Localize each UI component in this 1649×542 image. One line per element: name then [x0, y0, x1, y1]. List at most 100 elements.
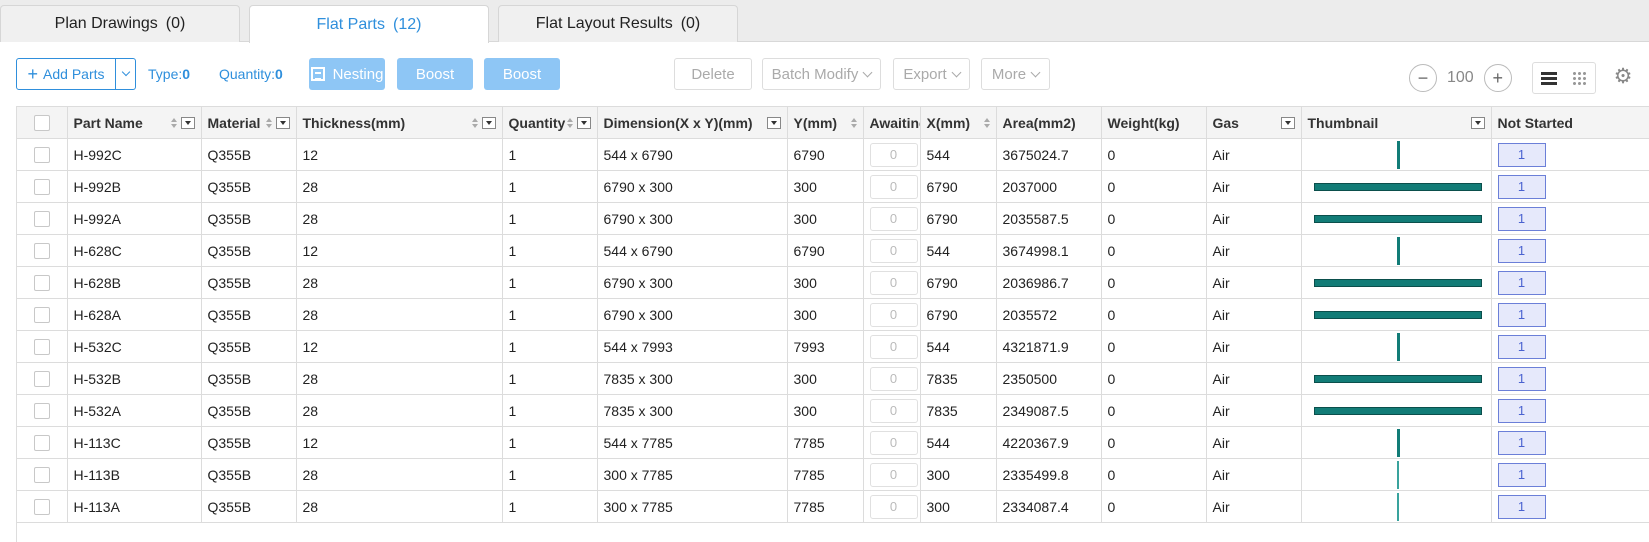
row-select[interactable] — [17, 490, 68, 523]
not-started-box[interactable]: 1 — [1497, 366, 1546, 391]
not-started-box[interactable]: 1 — [1497, 302, 1546, 327]
filter-icon[interactable] — [481, 116, 496, 129]
cell-thumbnail[interactable] — [1301, 298, 1492, 331]
row-checkbox[interactable] — [33, 434, 50, 451]
cell-thumbnail[interactable] — [1301, 170, 1492, 203]
add-parts-main[interactable]: + Add Parts — [17, 65, 115, 83]
col-area[interactable]: Area(mm2) — [996, 106, 1102, 139]
cell-thumbnail[interactable] — [1301, 138, 1492, 171]
table-row[interactable]: H-532B Q355B 28 1 7835 x 300 300 0 7835 2350500 0… — [17, 362, 1649, 395]
zoom-out-button[interactable]: − — [1409, 64, 1437, 92]
col-dimension[interactable]: Dimension(X x Y)(mm) — [597, 106, 788, 139]
export-button[interactable]: Export — [893, 58, 970, 90]
row-checkbox[interactable] — [33, 498, 50, 515]
filter-icon[interactable] — [1280, 116, 1295, 129]
awaiting-input[interactable]: 0 — [869, 398, 918, 423]
col-part-name[interactable]: Part Name — [67, 106, 202, 139]
row-checkbox[interactable] — [33, 242, 50, 259]
sort-icon[interactable] — [170, 117, 177, 128]
row-checkbox[interactable] — [33, 210, 50, 227]
not-started-box[interactable]: 1 — [1497, 430, 1546, 455]
nesting-button[interactable]: Nesting — [309, 58, 385, 90]
col-weight[interactable]: Weight(kg) — [1101, 106, 1207, 139]
gear-icon[interactable]: ⚙ — [1612, 66, 1634, 88]
cell-thumbnail[interactable] — [1301, 266, 1492, 299]
table-row[interactable]: H-113B Q355B 28 1 300 x 7785 7785 0 300 2335499.… — [17, 458, 1649, 491]
filter-icon[interactable] — [576, 116, 591, 129]
zoom-in-button[interactable]: + — [1483, 64, 1512, 92]
not-started-box[interactable]: 1 — [1497, 142, 1546, 167]
awaiting-input[interactable]: 0 — [869, 270, 918, 295]
table-row[interactable]: H-992B Q355B 28 1 6790 x 300 300 0 6790 2037000 0… — [17, 170, 1649, 203]
cell-thumbnail[interactable] — [1301, 202, 1492, 235]
more-button[interactable]: More — [981, 58, 1050, 90]
list-view-button[interactable] — [1533, 63, 1564, 93]
row-checkbox[interactable] — [33, 370, 50, 387]
col-thumbnail[interactable]: Thumbnail — [1301, 106, 1492, 139]
col-awaiting[interactable]: Awaiting — [863, 106, 921, 139]
table-row[interactable]: H-992C Q355B 12 1 544 x 6790 6790 0 544 3675024.… — [17, 138, 1649, 171]
row-checkbox[interactable] — [33, 466, 50, 483]
row-checkbox[interactable] — [33, 274, 50, 291]
not-started-box[interactable]: 1 — [1497, 174, 1546, 199]
cell-thumbnail[interactable] — [1301, 362, 1492, 395]
cell-thumbnail[interactable] — [1301, 490, 1492, 523]
row-select[interactable] — [17, 234, 68, 267]
not-started-box[interactable]: 1 — [1497, 206, 1546, 231]
filter-icon[interactable] — [1470, 116, 1485, 129]
row-select[interactable] — [17, 394, 68, 427]
cell-thumbnail[interactable] — [1301, 426, 1492, 459]
col-y[interactable]: Y(mm) — [787, 106, 864, 139]
filter-icon[interactable] — [180, 116, 195, 129]
header-select-all[interactable] — [17, 106, 68, 139]
row-select[interactable] — [17, 362, 68, 395]
sort-icon[interactable] — [471, 117, 478, 128]
row-select[interactable] — [17, 202, 68, 235]
table-row[interactable]: H-628A Q355B 28 1 6790 x 300 300 0 6790 2035572 0… — [17, 298, 1649, 331]
awaiting-input[interactable]: 0 — [869, 334, 918, 359]
cell-thumbnail[interactable] — [1301, 458, 1492, 491]
row-select[interactable] — [17, 426, 68, 459]
boost-button-2[interactable]: Boost — [484, 58, 560, 90]
row-select[interactable] — [17, 138, 68, 171]
filter-icon[interactable] — [275, 116, 290, 129]
awaiting-input[interactable]: 0 — [869, 366, 918, 391]
awaiting-input[interactable]: 0 — [869, 494, 918, 519]
row-select[interactable] — [17, 298, 68, 331]
awaiting-input[interactable]: 0 — [869, 430, 918, 455]
tab-flat-parts[interactable]: Flat Parts (12) — [249, 5, 489, 43]
awaiting-input[interactable]: 0 — [869, 142, 918, 167]
tab-plan-drawings[interactable]: Plan Drawings (0) — [0, 5, 240, 42]
table-row[interactable]: H-113A Q355B 28 1 300 x 7785 7785 0 300 2334087.… — [17, 490, 1649, 523]
not-started-box[interactable]: 1 — [1497, 270, 1546, 295]
filter-icon[interactable] — [766, 116, 781, 129]
table-row[interactable]: H-532A Q355B 28 1 7835 x 300 300 0 7835 2349087.… — [17, 394, 1649, 427]
col-thickness[interactable]: Thickness(mm) — [296, 106, 503, 139]
row-checkbox[interactable] — [33, 338, 50, 355]
awaiting-input[interactable]: 0 — [869, 206, 918, 231]
awaiting-input[interactable]: 0 — [869, 462, 918, 487]
col-quantity[interactable]: Quantity — [502, 106, 598, 139]
tab-flat-layout-results[interactable]: Flat Layout Results (0) — [498, 5, 738, 42]
col-x[interactable]: X(mm) — [920, 106, 997, 139]
cell-thumbnail[interactable] — [1301, 394, 1492, 427]
row-select[interactable] — [17, 170, 68, 203]
row-select[interactable] — [17, 330, 68, 363]
batch-modify-button[interactable]: Batch Modify — [762, 58, 881, 90]
row-checkbox[interactable] — [33, 178, 50, 195]
awaiting-input[interactable]: 0 — [869, 238, 918, 263]
awaiting-input[interactable]: 0 — [869, 174, 918, 199]
not-started-box[interactable]: 1 — [1497, 494, 1546, 519]
sort-icon[interactable] — [566, 117, 573, 128]
cell-thumbnail[interactable] — [1301, 330, 1492, 363]
not-started-box[interactable]: 1 — [1497, 238, 1546, 263]
row-checkbox[interactable] — [33, 306, 50, 323]
col-gas[interactable]: Gas — [1206, 106, 1302, 139]
awaiting-input[interactable]: 0 — [869, 302, 918, 327]
add-parts-dropdown[interactable] — [115, 59, 135, 89]
sort-icon[interactable] — [850, 117, 857, 128]
cell-thumbnail[interactable] — [1301, 234, 1492, 267]
row-select[interactable] — [17, 266, 68, 299]
col-not-started[interactable]: Not Started — [1491, 106, 1649, 139]
add-parts-button[interactable]: + Add Parts — [16, 58, 136, 90]
